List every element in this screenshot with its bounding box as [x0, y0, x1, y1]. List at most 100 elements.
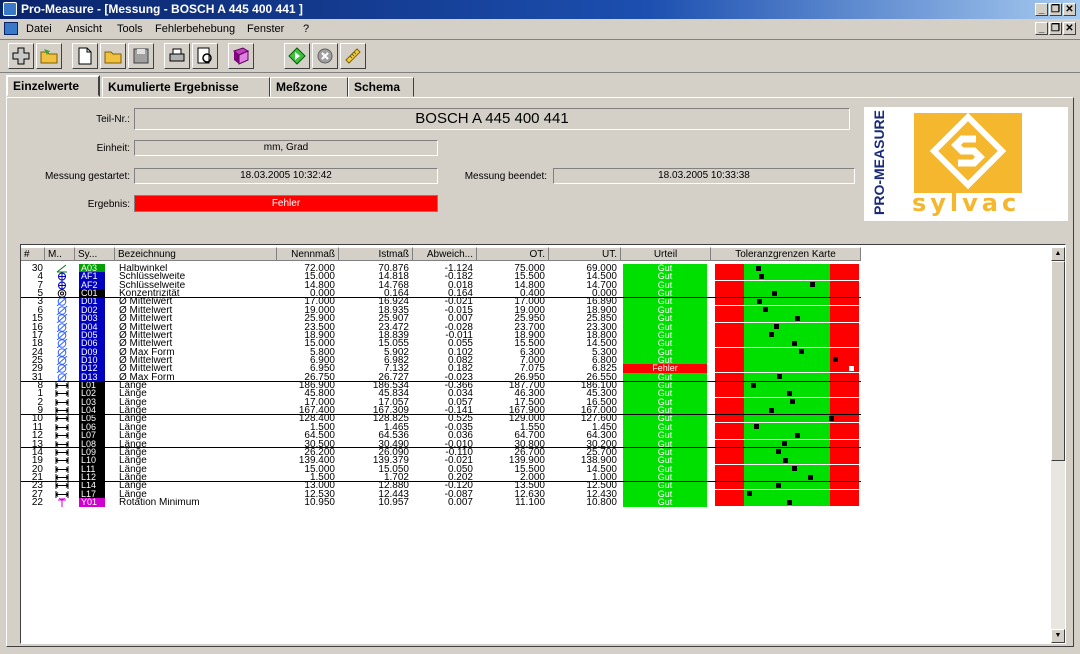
col-istmass[interactable]: Istmaß [339, 247, 413, 261]
scroll-thumb[interactable] [1051, 261, 1065, 461]
menu-fehlerbehebung[interactable]: Fehlerbehebung [155, 23, 235, 35]
row-ut: 10.800 [586, 498, 617, 508]
stop-button[interactable] [312, 43, 338, 69]
col-ut[interactable]: UT. [549, 247, 621, 261]
app-icon[interactable] [3, 2, 17, 16]
tolerance-marker [768, 332, 774, 338]
row-bezeichnung: Rotation Minimum [119, 498, 200, 508]
tolerance-bar [715, 280, 859, 289]
tolerance-bar [715, 464, 859, 473]
close-button[interactable]: ✕ [1063, 3, 1076, 16]
group-separator [21, 413, 861, 415]
tolerance-marker [798, 349, 804, 355]
start-icon [288, 47, 306, 65]
mdi-restore-button[interactable]: ❐ [1049, 22, 1062, 35]
menu-help[interactable]: ? [303, 23, 309, 35]
start-button[interactable] [284, 43, 310, 69]
open-button[interactable] [36, 43, 62, 69]
tolerance-bar [715, 339, 859, 348]
mdi-close-button[interactable]: ✕ [1063, 22, 1076, 35]
measurement-table: # M.. Sy... Bezeichnung Nennmaß Istmaß A… [20, 244, 1066, 644]
scroll-up-icon[interactable]: ▲ [1051, 247, 1065, 261]
tolerance-bar [715, 289, 859, 298]
group-separator [21, 296, 861, 298]
tolerance-marker [768, 407, 774, 413]
tab-messzone[interactable]: Meßzone [270, 77, 348, 97]
tolerance-marker [777, 374, 783, 380]
group-separator [21, 447, 861, 449]
col-bezeichnung[interactable]: Bezeichnung [115, 247, 277, 261]
col-abweichung[interactable]: Abweich... [413, 247, 477, 261]
table-row[interactable]: 22 Y01 Rotation Minimum 10.950 10.957 0.007 11… [21, 498, 861, 508]
tolerance-marker [781, 441, 787, 447]
feature-code: Y01 [79, 498, 105, 508]
save-button[interactable] [128, 43, 154, 69]
tolerance-bar [715, 431, 859, 440]
add-button[interactable] [8, 43, 34, 69]
open-icon [40, 49, 58, 64]
tolerance-marker [794, 432, 800, 438]
tolerance-bar [715, 322, 859, 331]
row-number: 22 [31, 498, 43, 508]
col-nennmass[interactable]: Nennmaß [277, 247, 339, 261]
tolerance-bar [715, 264, 859, 272]
ruler-button[interactable] [340, 43, 366, 69]
open-file-button[interactable] [100, 43, 126, 69]
minimize-button[interactable]: _ [1035, 3, 1048, 16]
row-istmass: 10.957 [378, 498, 409, 508]
tolerance-bar [715, 272, 859, 281]
row-abweichung: 0.007 [447, 498, 473, 508]
pro-measure-text: PRO-MEASURE [871, 110, 887, 215]
col-ot[interactable]: OT. [477, 247, 549, 261]
rotation-icon [55, 498, 71, 508]
menu-bar: Datei Ansicht Tools Fehlerbehebung Fenst… [0, 19, 1080, 40]
tolerance-bar [715, 473, 859, 481]
tab-schema[interactable]: Schema [348, 77, 414, 97]
tolerance-marker [775, 482, 781, 488]
tolerance-marker [791, 340, 797, 346]
tolerance-bar [715, 414, 859, 423]
col-toleranz[interactable]: Toleranzgrenzen Karte [711, 247, 861, 261]
tolerance-bar [715, 447, 859, 456]
tolerance-marker [787, 390, 793, 396]
add-icon [12, 47, 30, 65]
tolerance-marker [762, 307, 768, 313]
tolerance-marker [774, 324, 780, 330]
scroll-down-icon[interactable]: ▼ [1051, 629, 1065, 643]
messung-gestartet-field: 18.03.2005 10:32:42 [134, 168, 438, 184]
tolerance-bar [715, 439, 859, 448]
ergebnis-field: Fehler [134, 195, 438, 212]
document-icon[interactable] [4, 22, 18, 35]
col-symbol[interactable]: Sy... [75, 247, 115, 261]
vertical-scrollbar[interactable]: ▲ ▼ [1051, 247, 1065, 643]
tolerance-bar [715, 372, 859, 381]
tab-einzelwerte[interactable]: Einzelwerte [6, 75, 100, 97]
tolerance-bar [715, 381, 859, 390]
restore-button[interactable]: ❐ [1049, 3, 1062, 16]
mdi-minimize-button[interactable]: _ [1035, 22, 1048, 35]
menu-tools[interactable]: Tools [117, 23, 143, 35]
tolerance-marker [829, 415, 835, 421]
tolerance-marker [775, 449, 781, 455]
save-icon [133, 48, 149, 64]
print-preview-button[interactable] [192, 43, 218, 69]
ergebnis-label: Ergebnis: [87, 199, 130, 210]
tolerance-marker [747, 491, 753, 497]
menu-ansicht[interactable]: Ansicht [66, 23, 102, 35]
tolerance-marker [755, 265, 761, 271]
book-button[interactable] [228, 43, 254, 69]
group-separator [21, 380, 861, 382]
tolerance-marker [849, 365, 855, 371]
tolerance-marker [758, 273, 764, 279]
col-mode[interactable]: M.. [45, 247, 75, 261]
col-number[interactable]: # [21, 247, 45, 261]
print-button[interactable] [164, 43, 190, 69]
teil-nr-field: BOSCH A 445 400 441 [134, 108, 850, 130]
col-urteil[interactable]: Urteil [621, 247, 711, 261]
menu-fenster[interactable]: Fenster [247, 23, 284, 35]
menu-datei[interactable]: Datei [26, 23, 52, 35]
new-button[interactable] [72, 43, 98, 69]
tab-kumulierte-ergebnisse[interactable]: Kumulierte Ergebnisse [102, 77, 270, 97]
stop-icon [317, 48, 333, 64]
tolerance-bar [715, 314, 859, 323]
